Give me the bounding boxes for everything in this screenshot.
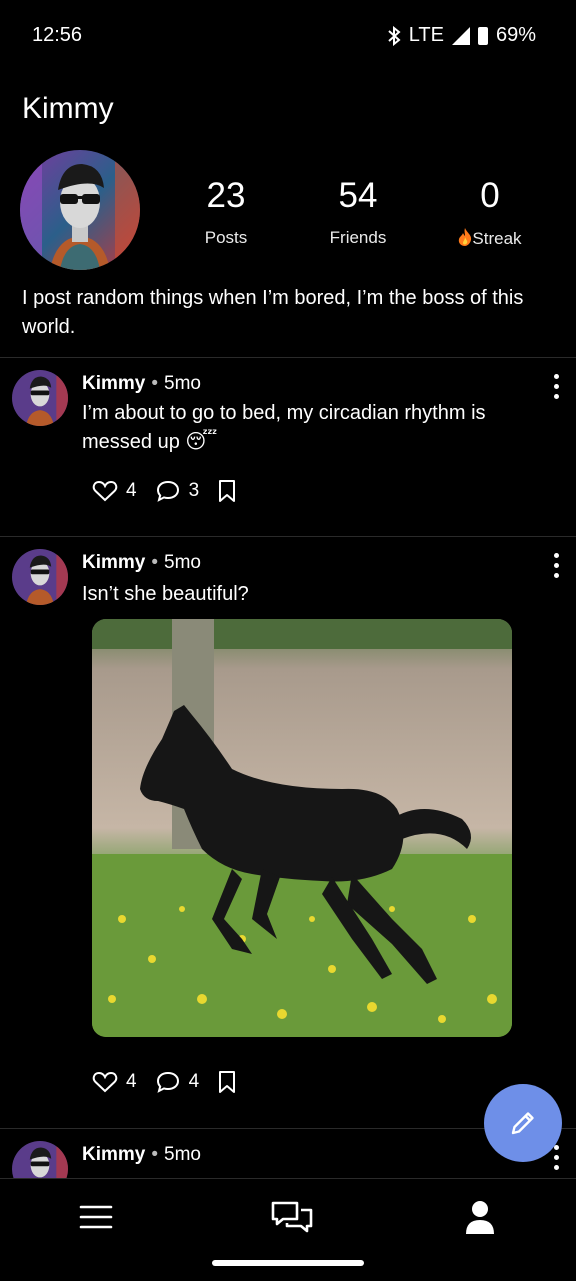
streak-label-wrap: Streak (430, 228, 550, 249)
comment-button[interactable]: 3 (155, 479, 200, 503)
post-text: Isn’t she beautiful? (82, 583, 249, 605)
heart-icon (92, 1071, 118, 1093)
bookmark-button[interactable] (217, 1070, 237, 1094)
pencil-icon (511, 1112, 534, 1135)
bookmark-icon (219, 1071, 236, 1093)
profile-avatar[interactable] (20, 150, 140, 270)
chat-icon (271, 1201, 313, 1233)
comment-icon (156, 1071, 179, 1093)
comment-button[interactable]: 4 (155, 1070, 200, 1094)
streak-count: 0 (480, 176, 500, 215)
like-count: 4 (126, 1071, 137, 1092)
stat-posts[interactable]: 23 Posts (166, 176, 286, 248)
like-button[interactable]: 4 (92, 479, 137, 503)
post-meta: Kimmy • 5mo (82, 552, 201, 574)
like-button[interactable]: 4 (92, 1070, 137, 1094)
clock: 12:56 (32, 24, 83, 46)
status-bar: 12:56 LTE 69% (0, 0, 576, 72)
stat-streak[interactable]: 0 Streak (430, 176, 550, 249)
post-author[interactable]: Kimmy (82, 1144, 145, 1165)
bluetooth-icon (388, 25, 401, 46)
heart-icon (92, 480, 118, 502)
compose-button[interactable] (484, 1084, 562, 1162)
fire-icon (459, 228, 472, 246)
post-meta: Kimmy • 5mo (82, 1144, 201, 1166)
posts-count: 23 (206, 176, 246, 215)
post-author[interactable]: Kimmy (82, 552, 145, 573)
nav-chat[interactable] (262, 1193, 322, 1241)
nav-profile[interactable] (450, 1193, 510, 1241)
comment-count: 4 (188, 1071, 200, 1092)
post-age: 5mo (164, 373, 201, 394)
post-actions: 4 4 (92, 1070, 255, 1094)
gesture-bar (212, 1260, 364, 1266)
bookmark-icon (219, 480, 236, 502)
post-meta: Kimmy • 5mo (82, 373, 201, 395)
meta-separator: • (151, 1144, 159, 1165)
comment-count: 3 (188, 480, 200, 501)
nav-menu[interactable] (66, 1193, 126, 1241)
horse-photo (92, 619, 512, 1037)
post-actions: 4 3 (92, 479, 255, 503)
streak-label: Streak (472, 229, 522, 248)
posts-label: Posts (204, 228, 248, 247)
friends-count: 54 (338, 176, 378, 215)
more-options-icon[interactable] (554, 1145, 562, 1170)
post-text: I’m about to go to bed, my circadian rhy… (82, 402, 486, 453)
post-card[interactable]: Kimmy • 5mo Isn’t she beautiful? 4 4 (0, 537, 576, 1127)
comment-icon (156, 480, 179, 502)
like-count: 4 (126, 480, 137, 501)
post-card[interactable]: Kimmy • 5mo I’m about to go to bed, my cir… (0, 358, 576, 536)
post-avatar[interactable] (12, 370, 68, 426)
post-image[interactable] (92, 619, 512, 1037)
stat-friends[interactable]: 54 Friends (298, 176, 418, 248)
post-avatar[interactable] (12, 1141, 68, 1178)
post-age: 5mo (164, 552, 201, 573)
profile-icon (466, 1201, 494, 1234)
battery-icon (477, 26, 488, 45)
bookmark-button[interactable] (217, 479, 237, 503)
post-age: 5mo (164, 1144, 201, 1165)
more-options-icon[interactable] (554, 553, 562, 578)
signal-icon (451, 26, 470, 45)
post-author[interactable]: Kimmy (82, 373, 145, 394)
profile-bio: I post random things when I’m bored, I’m… (22, 287, 524, 338)
more-options-icon[interactable] (554, 374, 562, 399)
meta-separator: • (151, 552, 159, 573)
status-icons: LTE 69% (387, 24, 536, 47)
network-type: LTE (408, 24, 444, 46)
menu-icon (79, 1205, 113, 1229)
friends-label: Friends (329, 228, 387, 247)
profile-name: Kimmy (22, 92, 114, 125)
meta-separator: • (151, 373, 159, 394)
battery-level: 69% (495, 24, 536, 46)
post-avatar[interactable] (12, 549, 68, 605)
